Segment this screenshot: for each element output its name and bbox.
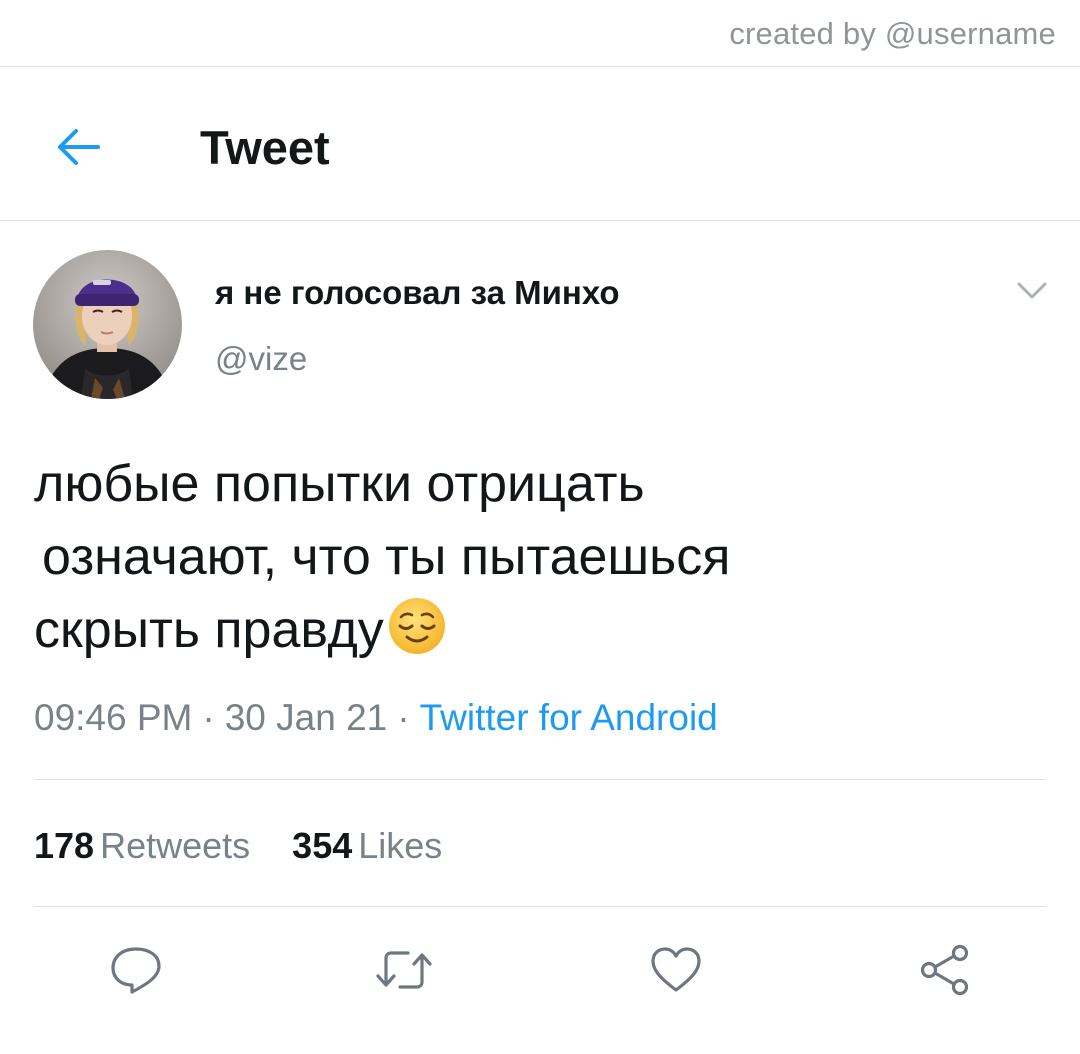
meta-divider	[34, 779, 1046, 780]
top-divider	[0, 66, 1080, 67]
reply-icon	[111, 947, 161, 994]
stats-divider	[34, 906, 1046, 907]
meta-separator: ·	[202, 697, 215, 738]
user-handle[interactable]: @vize	[215, 340, 307, 378]
tweet-source-link[interactable]: Twitter for Android	[420, 697, 718, 738]
header-divider	[0, 220, 1080, 221]
likes-stat[interactable]: 354 Likes	[292, 825, 442, 867]
retweets-count: 178	[34, 825, 95, 866]
tweet-time: 09:46 PM	[34, 697, 193, 738]
retweets-label: Retweets	[100, 825, 251, 866]
tweet-date: 30 Jan 21	[224, 697, 388, 738]
like-heart-icon	[651, 947, 701, 992]
retweet-icon	[376, 951, 432, 989]
tweet-text-line-content: скрыть правду	[34, 601, 384, 659]
tweet-meta: 09:46 PM · 30 Jan 21 · Twitter for Android	[34, 697, 718, 739]
arrow-left-icon	[58, 129, 100, 165]
tweet-text-line-content: означают, что ты пытаешься	[42, 528, 731, 586]
likes-count: 354	[292, 825, 353, 866]
back-button[interactable]	[50, 122, 106, 172]
tweet-text-line: любые попытки отрицать	[34, 455, 645, 513]
share-button[interactable]	[914, 940, 974, 1000]
like-button[interactable]	[646, 940, 706, 1000]
avatar-photo	[33, 250, 182, 399]
tweet-text-line: скрыть правду	[34, 594, 730, 677]
meta-separator: ·	[397, 697, 410, 738]
retweets-stat[interactable]: 178 Retweets	[34, 825, 250, 867]
display-name[interactable]: я не голосовал за Минхо	[215, 274, 620, 312]
retweet-button[interactable]	[374, 940, 434, 1000]
page-title: Tweet	[200, 121, 330, 174]
watermark-text: created by @username	[729, 16, 1056, 51]
chevron-down-icon	[1017, 282, 1047, 299]
engagement-stats: 178 Retweets 354 Likes	[34, 825, 442, 867]
avatar[interactable]	[33, 250, 182, 399]
relieved-face-emoji-icon	[386, 595, 448, 677]
share-icon	[920, 944, 969, 996]
likes-label: Likes	[358, 825, 443, 866]
more-options-button[interactable]	[1012, 276, 1052, 306]
tweet-text-line: означают, что ты пытаешься	[34, 521, 730, 594]
tweet-text: любые попытки отрицать означают, что ты …	[34, 448, 730, 677]
reply-button[interactable]	[106, 940, 166, 1000]
